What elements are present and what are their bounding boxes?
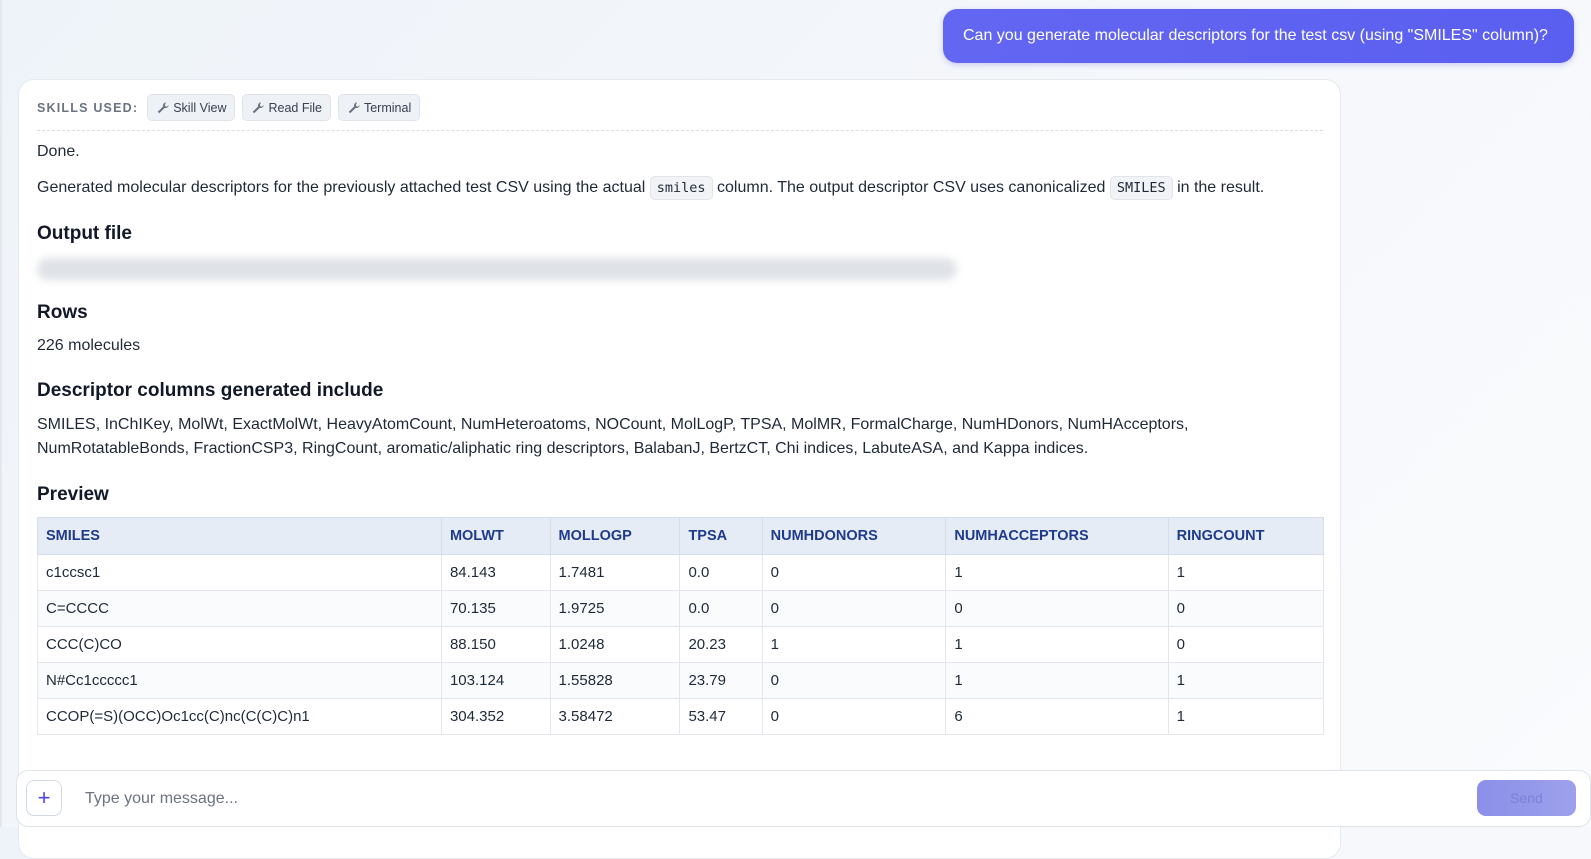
table-cell: 1.0248 (549, 626, 681, 663)
assistant-response-card: SKILLS USED: Skill View Read File Termin… (18, 79, 1341, 859)
table-cell: 70.135 (440, 590, 551, 627)
wrench-icon (253, 101, 265, 113)
table-cell: 20.23 (679, 626, 763, 663)
table-cell: 23.79 (679, 662, 763, 699)
table-cell: 88.150 (440, 626, 551, 663)
done-text: Done. (37, 143, 80, 160)
table-cell: 1 (945, 662, 1169, 699)
preview-heading: Preview (37, 484, 109, 505)
table-cell: 0 (761, 590, 947, 627)
table-row: c1ccsc1 84.143 1.7481 0.0 0 1 1 (37, 554, 1325, 591)
table-cell: 1 (1167, 662, 1325, 699)
summary-text-3: in the result. (1177, 179, 1265, 196)
table-cell: 6 (945, 698, 1169, 735)
table-cell: 0 (761, 554, 947, 591)
descriptors-line-2: NumRotatableBonds, FractionCSP3, RingCou… (37, 440, 1089, 457)
column-header-numhacceptors[interactable]: NUMHACCEPTORS (945, 517, 1169, 555)
output-file-heading: Output file (37, 223, 132, 244)
wrench-icon (157, 101, 169, 113)
table-cell: 0.0 (679, 590, 763, 627)
user-message-bubble: Can you generate molecular descriptors f… (943, 9, 1574, 63)
table-cell: 1 (945, 626, 1169, 663)
table-cell: 0 (1167, 590, 1325, 627)
table-cell: C=CCCC (37, 590, 442, 627)
summary-paragraph: Generated molecular descriptors for the … (37, 176, 1265, 200)
skill-chip-label: Read File (268, 100, 322, 115)
skills-used-label: SKILLS USED: (37, 101, 139, 115)
table-cell: 1 (1167, 554, 1325, 591)
send-button[interactable]: Send (1477, 780, 1576, 816)
column-header-mollogp[interactable]: MOLLOGP (549, 517, 681, 555)
preview-table-container: SMILES MOLWT MOLLOGP TPSA NUMHDONORS NUM… (37, 517, 1325, 735)
preview-table: SMILES MOLWT MOLLOGP TPSA NUMHDONORS NUM… (37, 517, 1325, 735)
table-cell: CCC(C)CO (37, 626, 442, 663)
column-header-ringcount[interactable]: RINGCOUNT (1167, 517, 1325, 555)
message-input[interactable] (83, 783, 1387, 815)
rows-value: 226 molecules (37, 337, 141, 354)
table-header-row: SMILES MOLWT MOLLOGP TPSA NUMHDONORS NUM… (37, 517, 1325, 555)
skill-chip-label: Terminal (363, 100, 412, 115)
table-row: N#Cc1ccccc1 103.124 1.55828 23.79 0 1 1 (37, 662, 1325, 699)
table-row: C=CCCC 70.135 1.9725 0.0 0 0 0 (37, 590, 1325, 627)
table-row: CCC(C)CO 88.150 1.0248 20.23 1 1 0 (37, 626, 1325, 663)
table-row: CCOP(=S)(OCC)Oc1cc(C)nc(C(C)C)n1 304.352… (37, 698, 1325, 735)
skill-chip-skill-view[interactable]: Skill View (147, 94, 236, 121)
rows-heading: Rows (37, 302, 88, 323)
table-cell: 1 (1167, 698, 1325, 735)
table-cell: 3.58472 (549, 698, 681, 735)
table-cell: 1.7481 (549, 554, 681, 591)
skill-chip-read-file[interactable]: Read File (242, 94, 331, 121)
table-cell: CCOP(=S)(OCC)Oc1cc(C)nc(C(C)C)n1 (37, 698, 442, 735)
table-cell: 1 (761, 626, 947, 663)
redacted-file-path (37, 258, 957, 280)
table-cell: 1.9725 (549, 590, 681, 627)
message-composer: + Send (16, 770, 1591, 827)
table-cell: 0 (761, 698, 947, 735)
wrench-icon (348, 101, 360, 113)
summary-text-2: column. The output descriptor CSV uses c… (717, 179, 1106, 196)
skill-chip-label: Skill View (173, 100, 227, 115)
table-cell: 0 (945, 590, 1169, 627)
descriptors-line-1: SMILES, InChIKey, MolWt, ExactMolWt, Hea… (37, 416, 1189, 433)
table-cell: 0 (761, 662, 947, 699)
column-header-numhdonors[interactable]: NUMHDONORS (761, 517, 947, 555)
window-edge (0, 0, 2, 827)
column-header-tpsa[interactable]: TPSA (679, 517, 763, 555)
table-cell: c1ccsc1 (37, 554, 442, 591)
inline-code-smiles: smiles (649, 176, 713, 200)
column-header-smiles[interactable]: SMILES (37, 517, 442, 555)
table-cell: 103.124 (440, 662, 551, 699)
table-cell: 53.47 (679, 698, 763, 735)
column-header-molwt[interactable]: MOLWT (440, 517, 551, 555)
descriptors-heading: Descriptor columns generated include (37, 380, 384, 401)
skill-chip-terminal[interactable]: Terminal (337, 94, 421, 121)
table-cell: 0.0 (679, 554, 763, 591)
table-cell: 304.352 (440, 698, 551, 735)
skills-used-row: SKILLS USED: Skill View Read File Termin… (37, 94, 1323, 131)
table-cell: 0 (1167, 626, 1325, 663)
attach-plus-button[interactable]: + (26, 780, 62, 816)
inline-code-smiles-upper: SMILES (1109, 176, 1173, 200)
summary-text-1: Generated molecular descriptors for the … (37, 179, 646, 196)
table-cell: 1 (945, 554, 1169, 591)
table-cell: 84.143 (440, 554, 551, 591)
table-cell: N#Cc1ccccc1 (37, 662, 442, 699)
table-cell: 1.55828 (549, 662, 681, 699)
